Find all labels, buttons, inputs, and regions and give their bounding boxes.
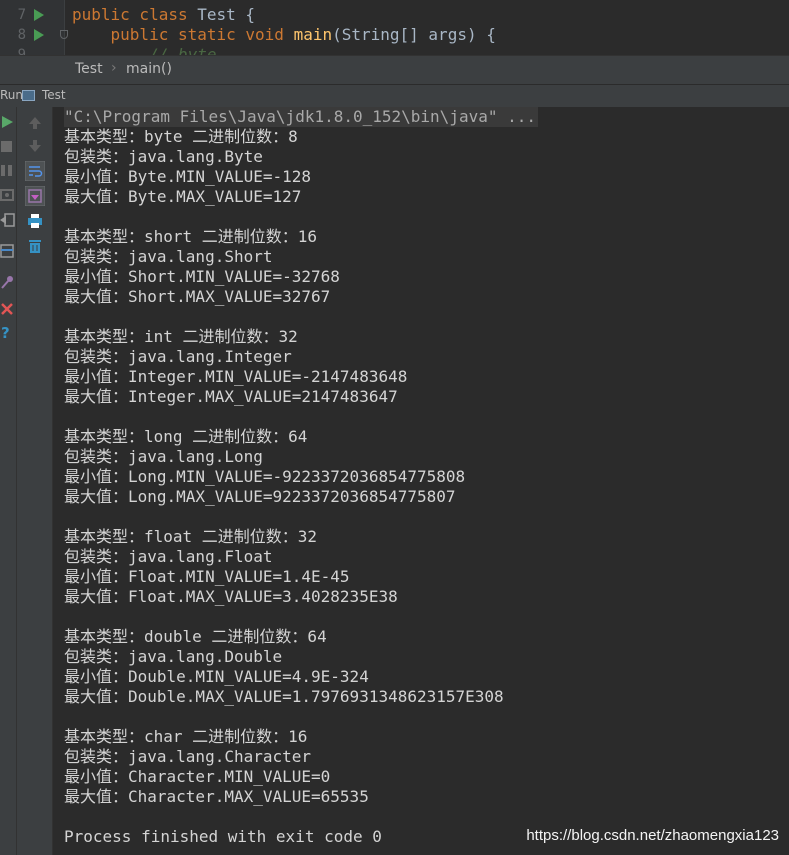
console-line: 最小值：Float.MIN_VALUE=1.4E-45 bbox=[64, 567, 350, 586]
console-line: 最小值：Character.MIN_VALUE=0 bbox=[64, 767, 331, 786]
breadcrumb-method[interactable]: main() bbox=[126, 61, 172, 77]
console-line: 最小值：Integer.MIN_VALUE=-2147483648 bbox=[64, 367, 408, 386]
code-keyword: public class bbox=[72, 5, 188, 24]
breadcrumb-class[interactable]: Test bbox=[75, 61, 103, 77]
console-line: 基本类型：char 二进制位数：16 bbox=[64, 727, 308, 746]
console-line: 基本类型：float 二进制位数：32 bbox=[64, 527, 318, 546]
run-actions-toolbar: ? bbox=[0, 107, 17, 855]
run-tool-window-header: Run Test bbox=[0, 84, 789, 108]
line-number: 9 bbox=[17, 47, 26, 55]
console-line: 最小值：Long.MIN_VALUE=-9223372036854775808 bbox=[64, 467, 466, 486]
code-editor[interactable]: 7 public class Test { 8 public static vo… bbox=[0, 0, 789, 55]
fold-icon[interactable] bbox=[60, 30, 68, 39]
console-line: Process finished with exit code 0 bbox=[64, 827, 382, 846]
print-icon[interactable] bbox=[25, 211, 45, 231]
run-gutter-icon[interactable] bbox=[34, 29, 44, 41]
code-keyword: public static void bbox=[110, 25, 284, 44]
up-arrow-icon[interactable] bbox=[25, 113, 45, 133]
console-text: "C:\Program Files\Java\jdk1.8.0_152\bin\… bbox=[64, 107, 539, 847]
console-toolbar bbox=[17, 107, 53, 855]
code-text: public static void main(String[] args) { bbox=[110, 25, 496, 44]
console-line: 最大值：Long.MAX_VALUE=9223372036854775807 bbox=[64, 487, 456, 506]
down-arrow-icon[interactable] bbox=[25, 136, 45, 156]
code-line[interactable]: 7 public class Test { bbox=[0, 5, 789, 25]
console-line: 包装类：java.lang.Float bbox=[64, 547, 273, 566]
breadcrumb-separator: › bbox=[111, 60, 117, 76]
console-output[interactable]: "C:\Program Files\Java\jdk1.8.0_152\bin\… bbox=[53, 107, 789, 855]
breadcrumb: Test › main() bbox=[0, 55, 789, 84]
console-line: 基本类型：int 二进制位数：32 bbox=[64, 327, 298, 346]
line-number: 8 bbox=[17, 27, 26, 43]
line-number: 7 bbox=[17, 7, 26, 23]
soft-wrap-icon[interactable] bbox=[25, 161, 45, 181]
console-line: 包装类：java.lang.Long bbox=[64, 447, 263, 466]
console-line: 最大值：Double.MAX_VALUE=1.7976931348623157E… bbox=[64, 687, 504, 706]
console-line: 最大值：Integer.MAX_VALUE=2147483647 bbox=[64, 387, 398, 406]
code-comment: // byte bbox=[149, 45, 217, 55]
console-line: 包装类：java.lang.Short bbox=[64, 247, 273, 266]
console-line: 基本类型：double 二进制位数：64 bbox=[64, 627, 327, 646]
run-tab-label: Test bbox=[42, 88, 66, 102]
code-line[interactable]: 8 public static void main(String[] args)… bbox=[0, 25, 789, 45]
trash-icon[interactable] bbox=[25, 236, 45, 256]
console-line: 基本类型：byte 二进制位数：8 bbox=[64, 127, 298, 146]
run-config-icon bbox=[22, 90, 35, 101]
console-line: 包装类：java.lang.Integer bbox=[64, 347, 292, 366]
scroll-to-end-icon[interactable] bbox=[25, 186, 45, 206]
console-line: 最大值：Character.MAX_VALUE=65535 bbox=[64, 787, 369, 806]
console-line: 基本类型：long 二进制位数：64 bbox=[64, 427, 308, 446]
console-line: 基本类型：short 二进制位数：16 bbox=[64, 227, 318, 246]
console-line: 最大值：Float.MAX_VALUE=3.4028235E38 bbox=[64, 587, 398, 606]
code-text: public class Test { bbox=[72, 5, 256, 24]
code-line[interactable]: 9 // byte bbox=[0, 45, 789, 55]
console-command-line: "C:\Program Files\Java\jdk1.8.0_152\bin\… bbox=[64, 107, 539, 127]
console-line: 包装类：java.lang.Byte bbox=[64, 147, 263, 166]
console-line: 包装类：java.lang.Double bbox=[64, 647, 283, 666]
run-gutter-icon[interactable] bbox=[34, 9, 44, 21]
console-line: 最大值：Short.MAX_VALUE=32767 bbox=[64, 287, 331, 306]
console-line: 最小值：Short.MIN_VALUE=-32768 bbox=[64, 267, 340, 286]
console-line: 最小值：Double.MIN_VALUE=4.9E-324 bbox=[64, 667, 369, 686]
run-panel-title: Run bbox=[0, 88, 24, 102]
watermark: https://blog.csdn.net/zhaomengxia123 bbox=[526, 827, 779, 844]
console-line: 最大值：Byte.MAX_VALUE=127 bbox=[64, 187, 302, 206]
code-function: main bbox=[293, 25, 333, 44]
console-line: 最小值：Byte.MIN_VALUE=-128 bbox=[64, 167, 312, 186]
svg-text:?: ? bbox=[1, 324, 10, 342]
console-line: 包装类：java.lang.Character bbox=[64, 747, 312, 766]
